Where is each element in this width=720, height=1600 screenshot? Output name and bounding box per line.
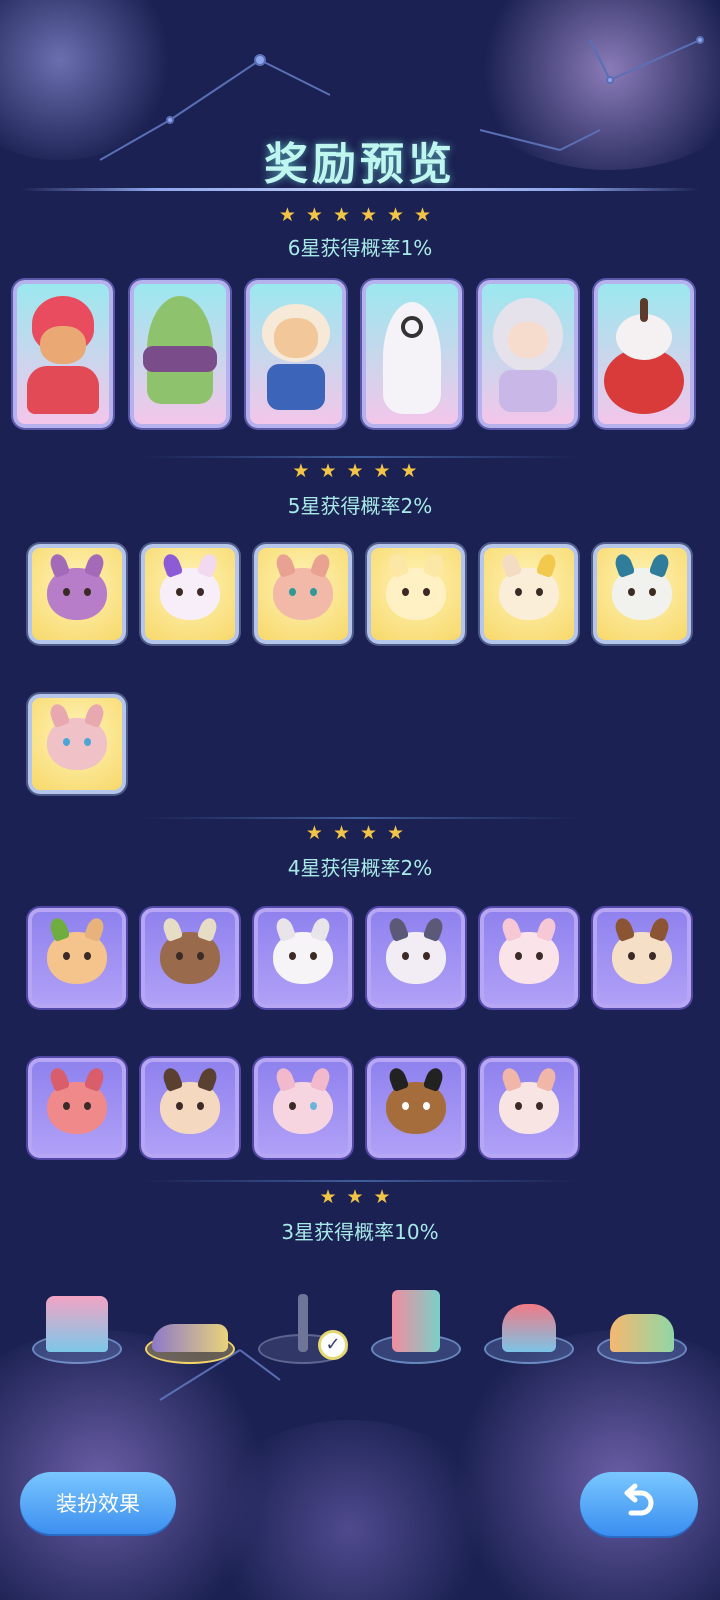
three-star-item-golden-sneaker[interactable] [141, 1284, 239, 1370]
four-star-probability-label: 4星获得概率2% [287, 856, 433, 880]
three-star-item-candy-shop[interactable] [28, 1284, 126, 1370]
six-star-rating: ★★★★★★ [278, 204, 442, 226]
wardrobe-icon [392, 1290, 440, 1352]
six-star-item-white-cat-on-red-apple[interactable] [594, 280, 694, 428]
candy-shop-icon [46, 1296, 108, 1352]
blue-coat-icon [267, 364, 325, 410]
three-star-rating: ★★★ [319, 1186, 401, 1208]
sheep-head-icon [273, 915, 333, 984]
title-bar: 奖励预览 [0, 100, 720, 195]
five-star-item-bunny-with-party-hat[interactable] [480, 544, 578, 644]
selected-check-icon: ✓ [318, 1330, 348, 1360]
blue-dog-head-icon [612, 551, 672, 620]
strawberry-house-icon [502, 1304, 556, 1352]
deer-head-icon [47, 915, 107, 984]
five-star-item-pink-lynx-head[interactable] [254, 544, 352, 644]
goggles-cat-head-icon [386, 915, 446, 984]
six-star-item-white-ghost-with-swirl-eye[interactable] [362, 280, 462, 428]
five-star-rating: ★★★★★ [292, 460, 428, 482]
five-star-item-blue-dog-head[interactable] [593, 544, 691, 644]
three-star-probability-label: 3星获得概率10% [281, 1220, 439, 1244]
lamp-tower-icon [298, 1294, 308, 1352]
three-star-item-slide-playset[interactable] [593, 1284, 691, 1370]
back-button[interactable] [580, 1472, 698, 1536]
blonde-face-icon [274, 318, 318, 358]
bird-dragon-head-icon [47, 701, 107, 770]
purple-scarf-icon [143, 346, 217, 372]
antler-hat-head-icon [160, 1065, 220, 1134]
five-star-item-yellow-duck-head[interactable] [367, 544, 465, 644]
clown-bunny-head-icon [499, 1065, 559, 1134]
six-star-item-silver-haired-girl[interactable] [478, 280, 578, 428]
duck-head-icon [386, 551, 446, 620]
five-star-item-unicorn-head[interactable] [141, 544, 239, 644]
four-star-item-white-sheep-head[interactable] [254, 908, 352, 1008]
red-sweater-icon [27, 366, 99, 414]
three-star-item-strawberry-house[interactable] [480, 1284, 578, 1370]
fox-head-icon [47, 1065, 107, 1134]
swirl-eye-icon [401, 316, 423, 338]
party-bunny-head-icon [499, 551, 559, 620]
four-star-item-antler-hat-head[interactable] [141, 1058, 239, 1158]
sneaker-icon [152, 1324, 228, 1352]
mouse-head-icon [499, 915, 559, 984]
three-star-item-wardrobe-cabinet[interactable] [367, 1284, 465, 1370]
girl-face-icon [508, 322, 548, 358]
six-star-probability-label: 6星获得概率1% [287, 236, 433, 260]
lynx-head-icon [273, 551, 333, 620]
title-underline [20, 188, 700, 191]
four-star-item-deer-with-green-hat[interactable] [28, 908, 126, 1008]
five-star-item-purple-triceratops-head[interactable] [28, 544, 126, 644]
tier-divider [140, 456, 580, 458]
five-star-probability-label: 5星获得概率2% [287, 494, 433, 518]
dress-effect-button[interactable]: 装扮效果 [20, 1472, 176, 1534]
four-star-item-pink-bunny-with-mask[interactable] [254, 1058, 352, 1158]
owl-head-icon [386, 1065, 446, 1134]
six-star-item-blonde-boy-in-white-cloak[interactable] [246, 280, 346, 428]
four-star-item-pink-clown-bunny-head[interactable] [480, 1058, 578, 1158]
cow-head-icon [160, 915, 220, 984]
four-star-rating: ★★★★ [305, 822, 415, 844]
return-arrow-icon [624, 1483, 654, 1515]
tier-divider [140, 1180, 580, 1182]
slide-icon [610, 1314, 674, 1352]
four-star-item-pink-fox-head[interactable] [28, 1058, 126, 1158]
six-star-item-green-cloak-with-scarf[interactable] [130, 280, 230, 428]
page-title: 奖励预览 [264, 139, 456, 190]
four-star-item-pink-mouse-head[interactable] [480, 908, 578, 1008]
triceratops-head-icon [47, 551, 107, 620]
five-star-item-pink-bird-dragon-head[interactable] [28, 694, 126, 794]
three-star-item-lamp-tower[interactable]: ✓ [254, 1284, 352, 1370]
six-star-item-red-hooded-bunny-cat[interactable] [13, 280, 113, 428]
four-star-item-brown-cow-head[interactable] [141, 908, 239, 1008]
four-star-item-goggles-cat-head[interactable] [367, 908, 465, 1008]
lilac-dress-icon [499, 370, 557, 412]
apple-stem-icon [640, 298, 648, 322]
lop-bunny-head-icon [612, 915, 672, 984]
tier-divider [140, 817, 580, 819]
masked-bunny-head-icon [273, 1065, 333, 1134]
four-star-item-brown-lop-bunny-head[interactable] [593, 908, 691, 1008]
cat-face-icon [40, 326, 86, 364]
unicorn-head-icon [160, 551, 220, 620]
four-star-item-owl-with-top-hat[interactable] [367, 1058, 465, 1158]
